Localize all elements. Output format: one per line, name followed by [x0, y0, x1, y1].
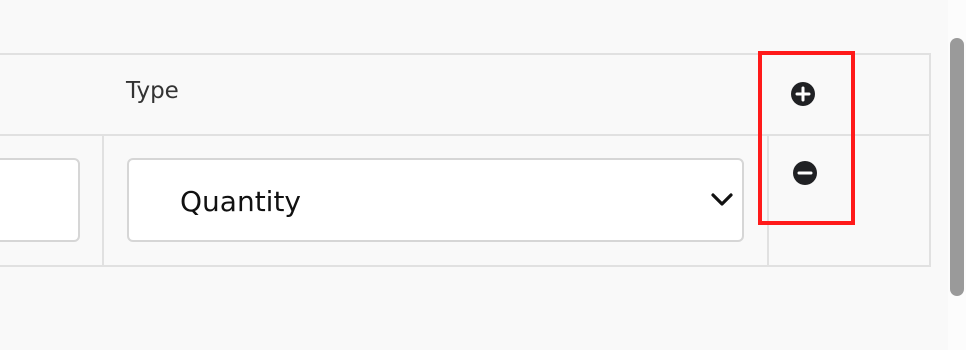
column-divider	[102, 134, 104, 267]
scrollbar-thumb[interactable]	[950, 38, 964, 296]
chevron-down-icon	[711, 193, 733, 206]
type-select[interactable]: Quantity	[127, 158, 744, 242]
type-column-header: Type	[126, 78, 179, 104]
highlight-box	[758, 51, 855, 225]
text-input-field[interactable]	[0, 158, 80, 242]
type-select-value: Quantity	[180, 185, 301, 218]
